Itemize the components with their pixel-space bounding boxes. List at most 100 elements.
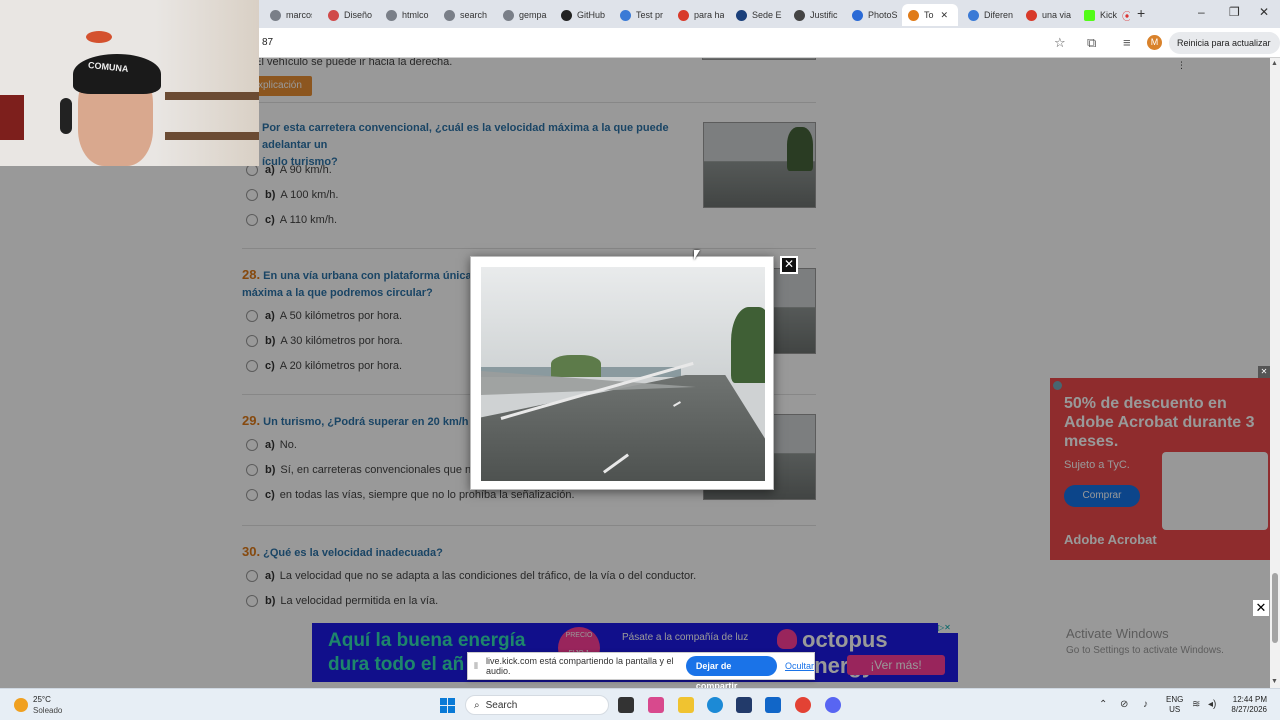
menu-dots-icon[interactable]: ⋮	[1177, 60, 1186, 70]
screen-share-bar: ⦀ live.kick.com está compartiendo la pan…	[467, 652, 815, 691]
windows-start-icon[interactable]	[440, 698, 455, 713]
tab-label: una via	[1042, 10, 1072, 20]
tab-favicon-icon	[503, 9, 514, 21]
close-icon[interactable]: ✕	[1253, 600, 1269, 616]
volume-icon[interactable]: ◂)	[1208, 699, 1216, 710]
webcam-overlay: COMUNA	[0, 0, 259, 166]
tab-active[interactable]: To ✕	[902, 4, 958, 26]
taskbar-search[interactable]: ⌕ Search	[465, 695, 609, 715]
new-tab-button[interactable]: +	[1137, 5, 1145, 21]
clock-date: 8/27/2026	[1231, 705, 1267, 714]
minimize-icon[interactable]: –	[1198, 5, 1205, 19]
region-code: US	[1169, 705, 1181, 714]
tab-search[interactable]: search	[438, 4, 490, 26]
tab-favicon-icon	[736, 9, 747, 21]
weather-temperature[interactable]: 25°C	[33, 695, 51, 704]
discord-icon[interactable]	[825, 697, 841, 713]
update-label: Reinicia para actualizar	[1177, 38, 1271, 48]
scroll-thumb[interactable]	[1272, 573, 1278, 643]
road-photo	[481, 267, 765, 481]
tab-github[interactable]: GitHub	[555, 4, 611, 26]
windows-taskbar: 25°C Soleado ⌕ Search ⌃ ⊘ ♪ ENG US ≋ ◂) 12…	[0, 688, 1280, 720]
tab-label: PhotoS	[868, 10, 898, 20]
tab-marcos[interactable]: marcos	[264, 4, 312, 26]
tab-diferen[interactable]: Diferen	[962, 4, 1014, 26]
tab-photos[interactable]: PhotoS	[846, 4, 898, 26]
headset-icon	[60, 98, 72, 134]
tab-justific[interactable]: Justific	[788, 4, 840, 26]
chrome-icon[interactable]	[795, 697, 811, 713]
tab-favicon-icon	[328, 9, 339, 21]
tab-favicon-icon	[270, 9, 281, 21]
weather-description[interactable]: Soleado	[33, 706, 62, 715]
mail-icon[interactable]	[765, 697, 781, 713]
drag-handle-icon[interactable]: ⦀	[474, 661, 478, 672]
tab-label: gempa	[519, 10, 547, 20]
extensions-icon[interactable]: ⧉	[1087, 35, 1096, 51]
wall-art	[0, 95, 24, 140]
tab-label: Justific	[810, 10, 838, 20]
file-explorer-icon[interactable]	[678, 697, 694, 713]
scroll-up-icon[interactable]: ▲	[1271, 60, 1278, 67]
tab-favicon-icon	[620, 9, 631, 21]
streamer-cap	[73, 54, 161, 94]
sun-icon[interactable]	[14, 698, 28, 712]
wifi-icon[interactable]: ≋	[1192, 699, 1200, 710]
tab-favicon-icon	[444, 9, 455, 21]
tab-gempa[interactable]: gempa	[497, 4, 549, 26]
search-placeholder: Search	[485, 699, 518, 711]
system-clock[interactable]: 12:44 PM 8/27/2026	[1225, 695, 1267, 715]
tab-favicon-icon	[1026, 9, 1037, 21]
profile-avatar[interactable]: M	[1147, 35, 1162, 50]
stop-sharing-button[interactable]: Dejar de compartir	[685, 656, 777, 691]
task-view-icon[interactable]	[618, 697, 634, 713]
tab-kick[interactable]: Kick ⦿	[1078, 4, 1130, 26]
bookmark-star-icon[interactable]: ☆	[1054, 35, 1066, 51]
close-icon[interactable]: ✕	[1258, 366, 1270, 378]
search-icon: ⌕	[474, 699, 480, 711]
store-icon[interactable]	[736, 697, 752, 713]
scrollbar[interactable]: ▲ ▼	[1270, 58, 1280, 688]
language-indicator[interactable]: ENG US	[1166, 695, 1183, 715]
sky	[481, 267, 765, 375]
tab-label: Sede El	[752, 10, 782, 20]
lang-code: ENG	[1166, 695, 1184, 704]
recording-icon: ⦿	[1122, 11, 1130, 23]
wall-lamp	[86, 31, 112, 43]
hide-link[interactable]: Ocultar	[785, 661, 814, 671]
tray-chevron-icon[interactable]: ⌃	[1099, 699, 1107, 710]
image-lightbox	[470, 256, 774, 490]
copilot-icon[interactable]	[648, 697, 664, 713]
tab-favicon-icon	[968, 9, 979, 21]
tab-para-ha[interactable]: para ha	[672, 4, 724, 26]
scroll-down-icon[interactable]: ▼	[1271, 678, 1278, 685]
network-off-icon[interactable]: ⊘	[1120, 699, 1128, 710]
microphone-icon[interactable]: ♪	[1143, 699, 1148, 710]
edge-icon[interactable]	[707, 697, 723, 713]
tab-favicon-icon	[386, 9, 397, 21]
tab-una-via[interactable]: una via	[1020, 4, 1072, 26]
maximize-icon[interactable]: ❐	[1229, 5, 1240, 19]
close-tab-icon[interactable]: ✕	[941, 10, 949, 21]
tab-label: htmlco	[402, 10, 429, 20]
close-icon[interactable]: ✕	[780, 256, 798, 274]
tab-htmlco[interactable]: htmlco	[380, 4, 432, 26]
address-bar[interactable]: 87	[258, 32, 1078, 54]
tab-label: GitHub	[577, 10, 606, 20]
kick-icon	[1084, 9, 1095, 21]
media-icon[interactable]: ≡	[1123, 35, 1131, 50]
tree	[731, 307, 765, 383]
github-icon	[561, 9, 572, 21]
tab-sede[interactable]: Sede El	[730, 4, 782, 26]
tab-label: Diferen	[984, 10, 1014, 20]
update-button[interactable]: Reinicia para actualizar ⋮	[1169, 32, 1280, 70]
tab-favicon-icon	[908, 9, 919, 21]
tab-diseno[interactable]: Diseño	[322, 4, 374, 26]
tab-label: Test pr	[636, 10, 664, 20]
mouse-cursor-icon	[694, 250, 700, 260]
tab-favicon-icon	[678, 9, 689, 21]
tab-label: To	[924, 10, 934, 20]
tab-test[interactable]: Test pr	[614, 4, 666, 26]
tab-label: Kick	[1100, 10, 1118, 20]
window-close-icon[interactable]: ✕	[1259, 5, 1269, 19]
